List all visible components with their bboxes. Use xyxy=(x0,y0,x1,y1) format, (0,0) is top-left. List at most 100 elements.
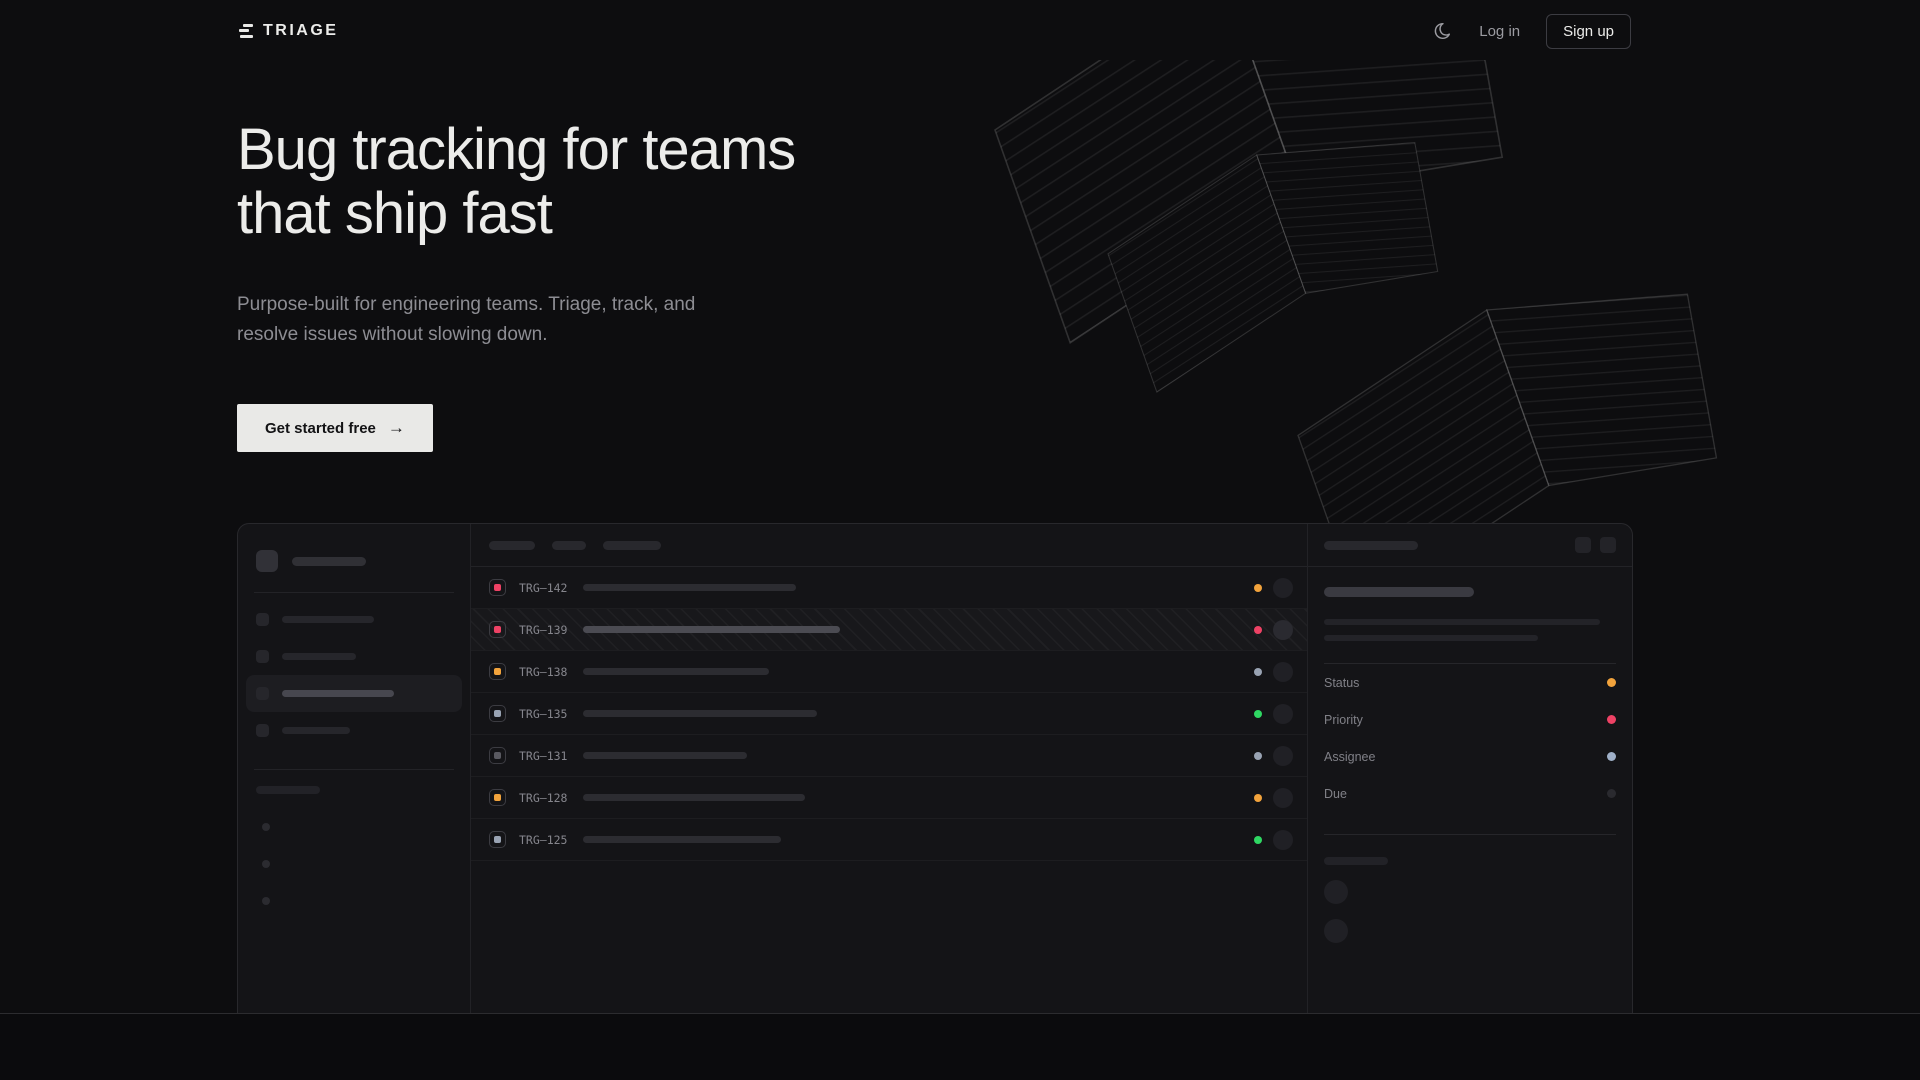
sidebar-item-icon xyxy=(256,724,269,737)
issue-type-icon xyxy=(489,789,506,806)
status-dot xyxy=(1254,752,1262,760)
detail-panel: Status Priority Assignee Due xyxy=(1307,524,1632,1014)
login-link[interactable]: Log in xyxy=(1479,23,1520,40)
issue-id: TRG–128 xyxy=(519,791,583,805)
hero-title-line2: that ship fast xyxy=(237,182,795,246)
triage-logo-icon xyxy=(237,24,253,39)
sidebar-dot-skeleton xyxy=(262,897,270,905)
status-dot xyxy=(1254,584,1262,592)
workspace-row xyxy=(256,550,452,572)
list-tab-skeleton xyxy=(552,541,586,550)
get-started-button[interactable]: Get started free → xyxy=(237,404,433,452)
comment-avatar-skeleton xyxy=(1324,919,1348,943)
issue-id: TRG–138 xyxy=(519,665,583,679)
brand-name: TRIAGE xyxy=(263,22,338,40)
get-started-label: Get started free xyxy=(265,420,376,437)
list-tab-skeleton xyxy=(603,541,661,550)
issue-heading-skeleton xyxy=(1324,587,1474,597)
issue-row-meta xyxy=(1254,620,1293,640)
workspace-icon xyxy=(256,550,278,572)
issue-type-icon xyxy=(489,621,506,638)
comment-avatar-skeleton xyxy=(1324,880,1348,904)
description-line-skeleton xyxy=(1324,635,1538,641)
app-mockup: TRG–142 TRG–139 TRG–138 xyxy=(237,523,1633,1014)
issue-row-meta xyxy=(1254,746,1293,766)
list-tab-skeleton xyxy=(489,541,535,550)
issue-type-icon xyxy=(489,663,506,680)
field-value-dot xyxy=(1607,752,1616,761)
signup-button[interactable]: Sign up xyxy=(1546,14,1631,49)
brand-logo[interactable]: TRIAGE xyxy=(237,22,338,40)
footer-band xyxy=(0,1013,1920,1080)
sidebar-item-skeleton-active xyxy=(246,675,462,712)
detail-panel-body: Status Priority Assignee Due xyxy=(1308,567,1632,943)
field-value-dot xyxy=(1607,789,1616,798)
field-row: Due xyxy=(1324,775,1616,812)
assignee-avatar xyxy=(1273,662,1293,682)
sidebar-item-icon xyxy=(256,613,269,626)
description-line-skeleton xyxy=(1324,619,1600,625)
issue-id: TRG–139 xyxy=(519,623,583,637)
assignee-avatar xyxy=(1273,704,1293,724)
issue-row: TRG–139 xyxy=(471,609,1307,651)
moon-icon xyxy=(1432,21,1452,41)
sidebar-item-skeleton xyxy=(246,638,462,675)
sidebar-item-label-skeleton xyxy=(282,690,394,697)
field-row: Status xyxy=(1324,664,1616,701)
sidebar-dot-skeleton xyxy=(262,823,270,831)
issue-title-skeleton xyxy=(583,794,805,801)
panel-title-skeleton xyxy=(1324,541,1418,550)
sidebar-dot-skeleton xyxy=(262,860,270,868)
workspace-name-skeleton xyxy=(292,557,366,566)
sidebar-item-label-skeleton xyxy=(282,653,356,660)
issue-row-meta xyxy=(1254,704,1293,724)
assignee-avatar xyxy=(1273,620,1293,640)
nav-actions: Log in Sign up xyxy=(1431,14,1631,49)
sidebar-item-icon xyxy=(256,687,269,700)
field-label: Due xyxy=(1324,787,1347,801)
panel-header-buttons xyxy=(1575,537,1616,553)
issue-title-skeleton xyxy=(583,752,747,759)
issue-type-icon xyxy=(489,747,506,764)
field-value-dot xyxy=(1607,678,1616,687)
issue-list-header xyxy=(471,524,1307,567)
field-label: Priority xyxy=(1324,713,1363,727)
issue-type-icon xyxy=(489,579,506,596)
issue-title-skeleton xyxy=(583,836,781,843)
sidebar-divider xyxy=(254,592,454,593)
issue-type-icon xyxy=(489,705,506,722)
hero-subtitle: Purpose-built for engineering teams. Tri… xyxy=(237,290,695,350)
top-nav: TRIAGE Log in Sign up xyxy=(237,0,1631,62)
assignee-avatar xyxy=(1273,746,1293,766)
issue-row: TRG–125 xyxy=(471,819,1307,861)
field-label: Status xyxy=(1324,676,1359,690)
arrow-right-icon: → xyxy=(388,418,405,438)
issue-row-meta xyxy=(1254,578,1293,598)
field-row: Priority xyxy=(1324,701,1616,738)
detail-panel-header xyxy=(1308,524,1632,567)
assignee-avatar xyxy=(1273,578,1293,598)
status-dot xyxy=(1254,710,1262,718)
issue-row: TRG–142 xyxy=(471,567,1307,609)
theme-toggle-button[interactable] xyxy=(1431,20,1453,42)
field-label: Assignee xyxy=(1324,750,1375,764)
mockup-sidebar xyxy=(238,524,471,1014)
hero-title: Bug tracking for teams that ship fast xyxy=(237,118,795,246)
issue-id: TRG–125 xyxy=(519,833,583,847)
status-dot xyxy=(1254,794,1262,802)
landing-page: TRIAGE Log in Sign up Bug tracking for t… xyxy=(0,0,1920,1080)
sidebar-item-icon xyxy=(256,650,269,663)
issue-title-skeleton xyxy=(583,710,817,717)
sidebar-item-label-skeleton xyxy=(282,616,374,623)
issue-id: TRG–131 xyxy=(519,749,583,763)
wireframe-decoration xyxy=(960,60,1920,530)
sidebar-divider xyxy=(254,769,454,770)
status-dot xyxy=(1254,626,1262,634)
issue-row: TRG–128 xyxy=(471,777,1307,819)
sidebar-item-label-skeleton xyxy=(282,727,350,734)
sidebar-item-skeleton xyxy=(246,601,462,638)
sidebar-section-skeleton xyxy=(256,786,320,794)
issue-type-icon xyxy=(489,831,506,848)
activity-label-skeleton xyxy=(1324,857,1388,865)
field-value-dot xyxy=(1607,715,1616,724)
